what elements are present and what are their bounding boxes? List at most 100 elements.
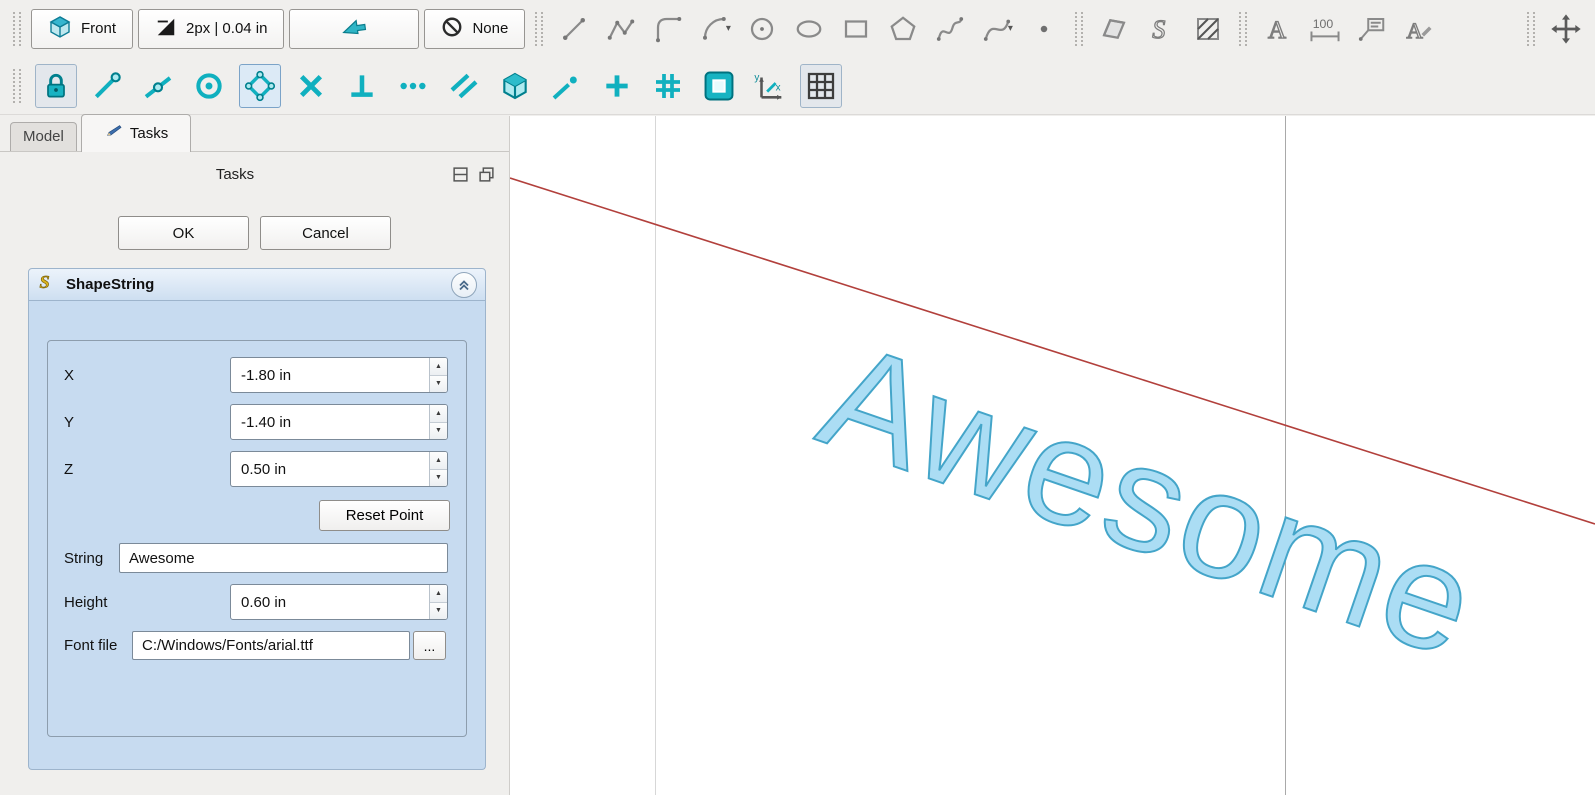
svg-text:S: S [1153,14,1166,43]
font-file-label: Font file [64,637,132,654]
svg-text:A: A [1268,16,1286,43]
y-spinbox[interactable]: ▲▼ [230,404,448,440]
tab-tasks[interactable]: Tasks [81,114,191,152]
snap-working-plane-icon[interactable] [698,64,740,108]
snap-endpoint-icon[interactable] [86,64,128,108]
y-label: Y [64,414,230,431]
browse-font-button[interactable]: ... [413,631,446,660]
rectangle-icon[interactable] [835,7,877,51]
height-spin-down[interactable]: ▼ [430,603,447,620]
height-spinbox[interactable]: ▲▼ [230,584,448,620]
move-icon[interactable] [1545,7,1587,51]
toolbar-grip[interactable] [13,69,21,103]
y-input[interactable] [231,405,429,439]
shapestring-section-title: ShapeString [66,276,442,293]
combo-view-panel: Model Tasks Tasks OK Cancel S ShapeStrin… [0,116,510,795]
svg-text:100: 100 [1313,16,1334,30]
linewidth-button[interactable]: 2px | 0.04 in [138,9,284,49]
toolbar-grip[interactable] [1239,12,1247,46]
line-icon[interactable] [553,7,595,51]
snap-lock-icon[interactable] [35,64,77,108]
text-icon[interactable]: A [1257,7,1299,51]
linewidth-label: 2px | 0.04 in [186,20,267,37]
facebinder-icon[interactable] [1093,7,1135,51]
z-spinbox[interactable]: ▲▼ [230,451,448,487]
toolbar-grip[interactable] [1075,12,1083,46]
snap-intersection-icon[interactable] [290,64,332,108]
snap-center-icon[interactable] [188,64,230,108]
height-input[interactable] [231,585,429,619]
svg-text:x: x [776,82,781,93]
y-spin-down[interactable]: ▼ [430,423,447,440]
cancel-button[interactable]: Cancel [260,216,391,250]
toggle-grid-icon[interactable] [800,64,842,108]
arc-icon[interactable]: ▾ [694,7,736,51]
cube-icon [48,15,72,43]
snap-dimensions-icon[interactable]: yx [749,64,791,108]
x-spinbox[interactable]: ▲▼ [230,357,448,393]
annotation-style-icon[interactable]: A [1398,7,1440,51]
polyline-icon[interactable] [600,7,642,51]
hatch-icon[interactable] [1187,7,1229,51]
label-icon[interactable] [1351,7,1393,51]
snap-ortho-icon[interactable] [596,64,638,108]
tab-tasks-label: Tasks [130,125,168,142]
snap-near-icon[interactable] [545,64,587,108]
font-file-input[interactable] [132,631,410,660]
snap-perpendicular-icon[interactable] [341,64,383,108]
string-label: String [64,550,119,567]
dropdown-arrow-icon[interactable]: ▾ [1008,23,1013,34]
dropdown-arrow-icon[interactable]: ▾ [726,23,731,34]
toolbar-grip[interactable] [1527,12,1535,46]
fillet-icon[interactable] [647,7,689,51]
panel-float-icon[interactable] [478,166,495,188]
x-spin-down[interactable]: ▼ [430,376,447,393]
z-spin-down[interactable]: ▼ [430,470,447,487]
snap-special-icon[interactable] [239,64,281,108]
string-input[interactable] [119,543,448,573]
point-icon[interactable] [1023,7,1065,51]
circle-icon[interactable] [741,7,783,51]
dimension-icon[interactable]: 100 [1304,7,1346,51]
shapestring-s-icon: S [37,272,57,297]
reset-point-button[interactable]: Reset Point [319,500,450,531]
height-spin-up[interactable]: ▲ [430,585,447,603]
shapestring-section-header[interactable]: S ShapeString [28,268,486,301]
snap-extension-icon[interactable] [392,64,434,108]
snap-parallel-icon[interactable] [443,64,485,108]
x-input[interactable] [231,358,429,392]
autogroup-button[interactable]: None [424,9,525,49]
x-label: X [64,367,230,384]
bspline-icon[interactable] [929,7,971,51]
no-entry-icon [441,16,463,42]
draft-toolbar: Front 2px | 0.04 in None ▾ ▾ S A 100 A [0,0,1595,57]
z-spin-up[interactable]: ▲ [430,452,447,470]
apply-style-button[interactable] [289,9,419,49]
snap-toolbar: yx [0,57,1595,115]
panel-layout-icon[interactable] [452,166,469,188]
x-spin-up[interactable]: ▲ [430,358,447,376]
shapestring-icon[interactable]: S [1140,7,1182,51]
shapestring-task-section: S ShapeString X ▲▼ Y [28,268,486,770]
snap-grid-icon[interactable] [647,64,689,108]
ellipse-icon[interactable] [788,7,830,51]
combo-view-tabs: Model Tasks [0,116,509,152]
height-label: Height [64,594,230,611]
tasks-panel-title: Tasks [0,166,470,183]
view-front-button[interactable]: Front [31,9,133,49]
3d-viewport[interactable]: Awesome [510,116,1595,795]
ok-button[interactable]: OK [118,216,249,250]
z-input[interactable] [231,452,429,486]
tab-model[interactable]: Model [10,122,77,151]
collapse-section-button[interactable] [451,272,477,298]
svg-text:A: A [1407,17,1424,42]
toolbar-grip[interactable] [535,12,543,46]
toolbar-grip[interactable] [13,12,21,46]
y-row: Y ▲▼ [64,404,450,440]
snap-face-icon[interactable] [494,64,536,108]
height-row: Height ▲▼ [64,584,450,620]
snap-midpoint-icon[interactable] [137,64,179,108]
bezier-icon[interactable]: ▾ [976,7,1018,51]
polygon-icon[interactable] [882,7,924,51]
y-spin-up[interactable]: ▲ [430,405,447,423]
